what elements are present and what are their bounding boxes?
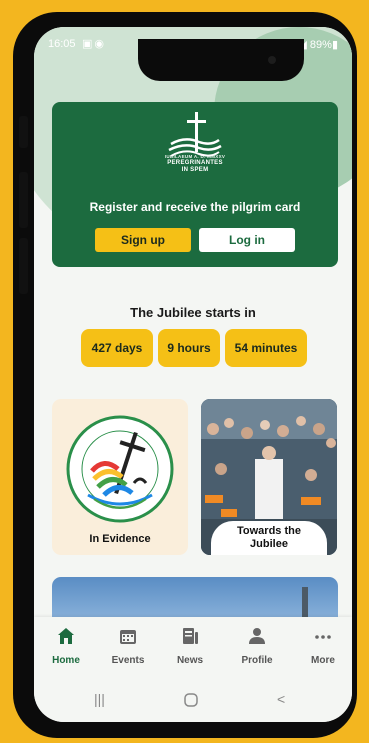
more-icon <box>315 635 331 639</box>
status-battery: ◢ 89%▮ <box>298 39 338 51</box>
countdown-days: 427 days <box>81 329 153 367</box>
nav-label: News <box>176 655 204 666</box>
nav-home[interactable]: Home <box>36 617 96 675</box>
system-navigation-bar: ||| < <box>34 675 352 722</box>
recent-apps-icon[interactable]: ||| <box>94 691 105 707</box>
register-text: Register and receive the pilgrim card <box>89 200 301 214</box>
back-icon[interactable]: < <box>277 691 285 707</box>
camera-notch <box>138 39 304 81</box>
nav-label: More <box>311 655 335 666</box>
battery-level: 89% <box>309 39 332 51</box>
tile-label-line: Jubilee <box>250 538 288 550</box>
logo-text: PEREGRINANTES <box>167 160 223 166</box>
nav-more[interactable]: More <box>293 617 352 675</box>
log-in-button[interactable]: Log in <box>199 228 295 252</box>
countdown-minutes: 54 minutes <box>225 329 307 367</box>
status-time: 16:05 <box>48 38 76 50</box>
in-evidence-tile[interactable]: In Evidence <box>52 399 188 555</box>
bottom-navigation: Home Events News Profile More <box>34 617 352 675</box>
calendar-icon <box>120 630 136 644</box>
nav-label: Events <box>111 655 145 666</box>
home-icon <box>58 628 74 644</box>
tile-label: In Evidence <box>89 533 151 545</box>
logo-text: IUBILAEUM A. D. MMXXV <box>164 154 226 159</box>
news-icon <box>183 628 198 644</box>
jubilee-emblem-icon <box>66 415 174 523</box>
person-icon <box>249 628 265 644</box>
nav-profile[interactable]: Profile <box>227 617 287 675</box>
side-button <box>19 238 28 294</box>
side-button <box>19 116 28 148</box>
register-card: IUBILAEUM A. D. MMXXV PEREGRINANTES IN S… <box>52 102 338 267</box>
notification-icons: ▣◉ <box>82 38 106 50</box>
camera-icon <box>268 56 276 64</box>
countdown-hours: 9 hours <box>158 329 220 367</box>
nav-events[interactable]: Events <box>98 617 158 675</box>
logo-text: IN SPEM <box>181 167 209 173</box>
app-screen: 16:05 ▣◉ ◢ 89%▮ IUBILAEUM A. D. MMXXV PE… <box>34 27 352 722</box>
nav-label: Profile <box>241 655 273 666</box>
tile-label: Towards the Jubilee <box>211 521 327 555</box>
countdown-title: The Jubilee starts in <box>130 305 256 320</box>
nav-news[interactable]: News <box>160 617 220 675</box>
towards-jubilee-tile[interactable]: Towards the Jubilee <box>201 399 337 555</box>
sign-up-button[interactable]: Sign up <box>95 228 191 252</box>
tile-label-line: Towards the <box>237 525 301 537</box>
side-button <box>19 172 28 228</box>
home-button-icon[interactable] <box>184 693 198 707</box>
nav-label: Home <box>52 655 80 666</box>
